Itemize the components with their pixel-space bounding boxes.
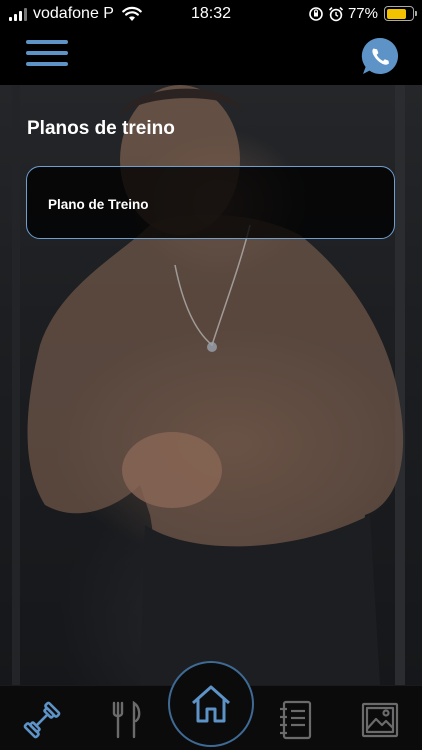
plan-card[interactable]: Plano de Treino	[26, 166, 395, 239]
status-bar: vodafone P 18:32 77%	[0, 0, 422, 30]
battery-percent: 77%	[347, 5, 378, 22]
hamburger-menu-icon[interactable]	[26, 40, 68, 72]
nav-notes[interactable]	[274, 698, 318, 742]
dumbbell-icon	[23, 701, 61, 739]
notebook-icon	[280, 700, 312, 740]
battery-fill	[386, 8, 406, 19]
nav-nutrition[interactable]	[104, 698, 148, 742]
alarm-icon	[328, 6, 344, 21]
app-header	[0, 30, 422, 85]
plan-card-label: Plano de Treino	[48, 197, 149, 212]
bottom-nav	[0, 661, 422, 750]
main-content: Planos de treino Plano de Treino	[0, 85, 422, 685]
nav-workouts[interactable]	[20, 698, 64, 742]
screen-rotation-lock-icon	[309, 6, 323, 21]
gallery-icon	[361, 702, 399, 738]
whatsapp-icon[interactable]	[360, 36, 400, 78]
status-right: 77%	[308, 5, 417, 22]
battery-icon	[384, 6, 417, 21]
fork-knife-icon	[112, 700, 141, 739]
home-icon	[192, 685, 230, 723]
nav-home[interactable]	[168, 661, 254, 747]
page-title: Planos de treino	[27, 118, 175, 139]
nav-gallery[interactable]	[358, 698, 402, 742]
